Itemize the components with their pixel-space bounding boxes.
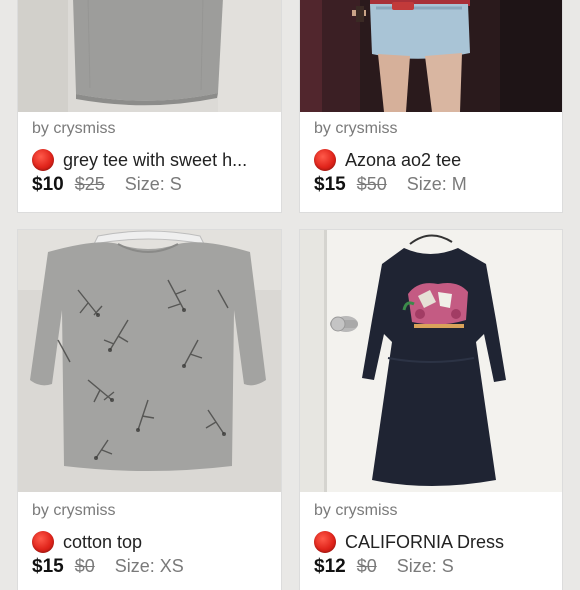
listing-title[interactable]: Azona ao2 tee [345, 150, 461, 171]
listing-size: Size: M [406, 174, 467, 194]
listing-size: Size: S [396, 556, 454, 576]
original-price: $25 [74, 174, 105, 194]
seller-name[interactable]: by crysmiss [32, 120, 116, 138]
listing-price: $10 [32, 174, 64, 195]
listing-title[interactable]: grey tee with sweet h... [63, 150, 247, 171]
california-dress-image [300, 230, 562, 492]
seller-name[interactable]: by crysmiss [314, 502, 398, 520]
status-dot-icon [314, 149, 336, 171]
listing-info: by crysmiss Azona ao2 tee $15 $50 Size: … [300, 112, 562, 212]
title-row: CALIFORNIA Dress [314, 529, 552, 555]
listing-info: by crysmiss grey tee with sweet h... $10… [18, 112, 281, 212]
cotton-top-image [18, 230, 281, 492]
listing-card[interactable]: by crysmiss Azona ao2 tee $15 $50 Size: … [300, 0, 562, 212]
original-price: $0 [356, 556, 377, 576]
listing-price: $15 [314, 174, 346, 195]
price-row: $10 $25 Size: S [32, 174, 182, 200]
listing-photo[interactable] [18, 230, 281, 492]
price-row: $15 $50 Size: M [314, 174, 467, 200]
listing-title[interactable]: cotton top [63, 532, 142, 553]
original-price: $0 [74, 556, 95, 576]
listing-card[interactable]: by crysmiss CALIFORNIA Dress $12 $0 Size… [300, 230, 562, 590]
azona-tee-image [300, 0, 562, 112]
title-row: Azona ao2 tee [314, 147, 552, 173]
price-row: $12 $0 Size: S [314, 556, 454, 582]
grey-tee-image [18, 0, 281, 112]
listing-photo[interactable] [300, 230, 562, 492]
original-price: $50 [356, 174, 387, 194]
listing-size: Size: S [124, 174, 182, 194]
title-row: grey tee with sweet h... [32, 147, 271, 173]
status-dot-icon [32, 531, 54, 553]
listing-info: by crysmiss CALIFORNIA Dress $12 $0 Size… [300, 492, 562, 590]
listing-card[interactable]: by crysmiss cotton top $15 $0 Size: XS [18, 230, 281, 590]
listing-title[interactable]: CALIFORNIA Dress [345, 532, 504, 553]
seller-name[interactable]: by crysmiss [32, 502, 116, 520]
status-dot-icon [314, 531, 336, 553]
listing-size: Size: XS [114, 556, 184, 576]
california-bear-print [402, 283, 468, 328]
title-row: cotton top [32, 529, 271, 555]
listing-photo[interactable] [300, 0, 562, 112]
listing-price: $12 [314, 556, 346, 577]
listing-card[interactable]: by crysmiss grey tee with sweet h... $10… [18, 0, 281, 212]
status-dot-icon [32, 149, 54, 171]
listing-photo[interactable] [18, 0, 281, 112]
price-row: $15 $0 Size: XS [32, 556, 184, 582]
listing-info: by crysmiss cotton top $15 $0 Size: XS [18, 492, 281, 590]
listing-price: $15 [32, 556, 64, 577]
seller-name[interactable]: by crysmiss [314, 120, 398, 138]
